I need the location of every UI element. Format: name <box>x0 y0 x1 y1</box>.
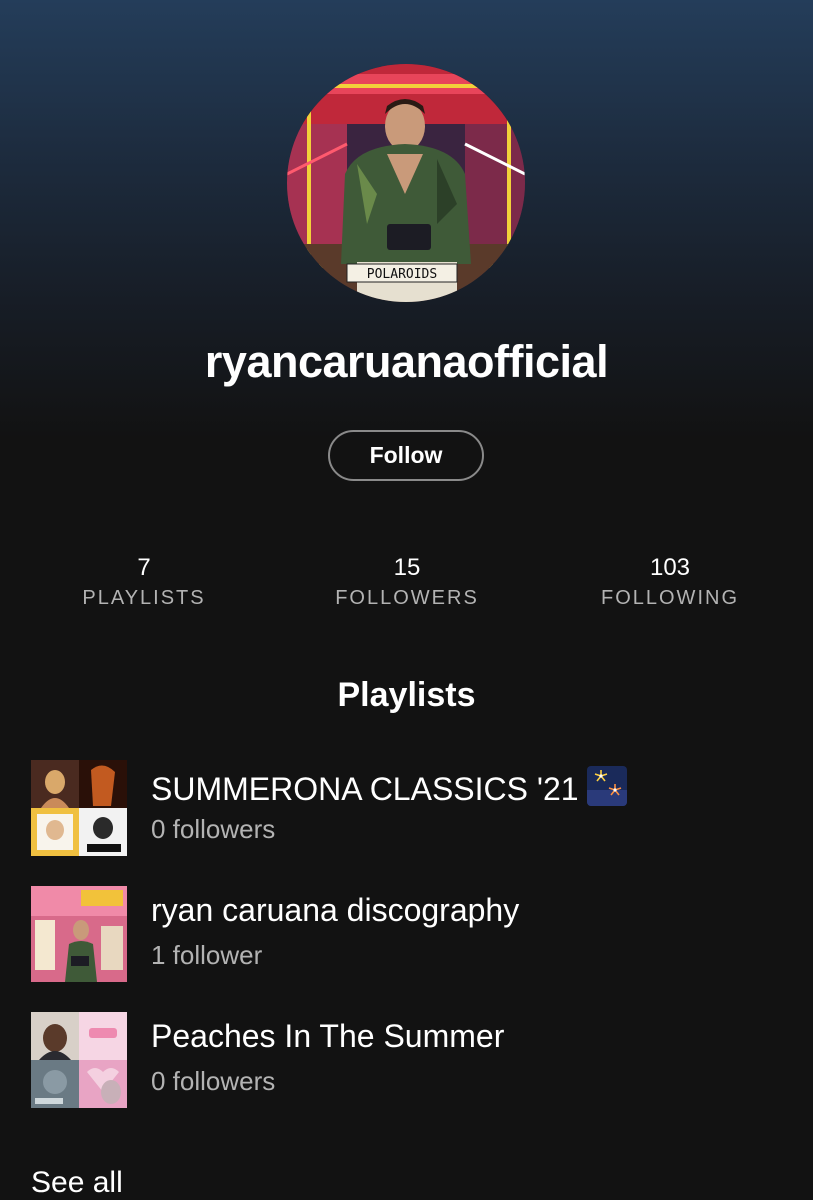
playlist-followers: 0 followers <box>151 1066 276 1096</box>
playlist-cover-image <box>31 760 127 856</box>
profile-stats: 7 PLAYLISTS 15 FOLLOWERS 103 FOLLOWING <box>0 553 813 623</box>
playlist-cover-image <box>31 1012 127 1108</box>
stat-playlists-value: 7 <box>137 554 151 581</box>
stat-following[interactable]: 103 FOLLOWING <box>550 553 790 613</box>
playlist-title-text: SUMMERONA CLASSICS '21 <box>151 771 579 807</box>
stat-followers-value: 15 <box>393 554 421 581</box>
fireworks-icon <box>586 766 627 806</box>
follow-button[interactable]: Follow <box>328 430 484 481</box>
profile-avatar: POLAROIDS <box>287 64 525 302</box>
stat-followers-label: FOLLOWERS <box>335 587 479 609</box>
stat-followers[interactable]: 15 FOLLOWERS <box>287 553 527 613</box>
profile-username: ryancaruanaofficial <box>204 336 609 387</box>
playlist-title: ryan caruana discography <box>151 892 520 928</box>
playlists-section-title: Playlists <box>337 676 476 714</box>
stat-following-label: FOLLOWING <box>600 587 739 609</box>
stat-playlists-label: PLAYLISTS <box>82 587 206 609</box>
playlist-followers: 0 followers <box>151 814 276 844</box>
stat-playlists[interactable]: 7 PLAYLISTS <box>24 553 264 613</box>
playlist-item[interactable]: Peaches In The Summer 0 followers <box>31 1012 791 1108</box>
playlist-cover-image <box>31 886 127 982</box>
playlist-cover <box>31 886 127 982</box>
playlist-item[interactable]: SUMMERONA CLASSICS '21 0 followers <box>31 760 791 856</box>
avatar-image: POLAROIDS <box>287 64 525 302</box>
see-all-link[interactable]: See all <box>31 1166 123 1200</box>
playlist-title: SUMMERONA CLASSICS '21 <box>151 766 627 808</box>
playlist-title: Peaches In The Summer <box>151 1018 505 1054</box>
stat-following-value: 103 <box>649 554 691 581</box>
playlist-item[interactable]: ryan caruana discography 1 follower <box>31 886 791 982</box>
playlist-cover <box>31 760 127 856</box>
playlist-cover <box>31 1012 127 1108</box>
profile-page: POLAROIDS ryancaruanaofficial Follow 7 P… <box>0 0 813 1200</box>
playlist-followers: 1 follower <box>151 940 263 970</box>
avatar-caption: POLAROIDS <box>367 267 437 282</box>
